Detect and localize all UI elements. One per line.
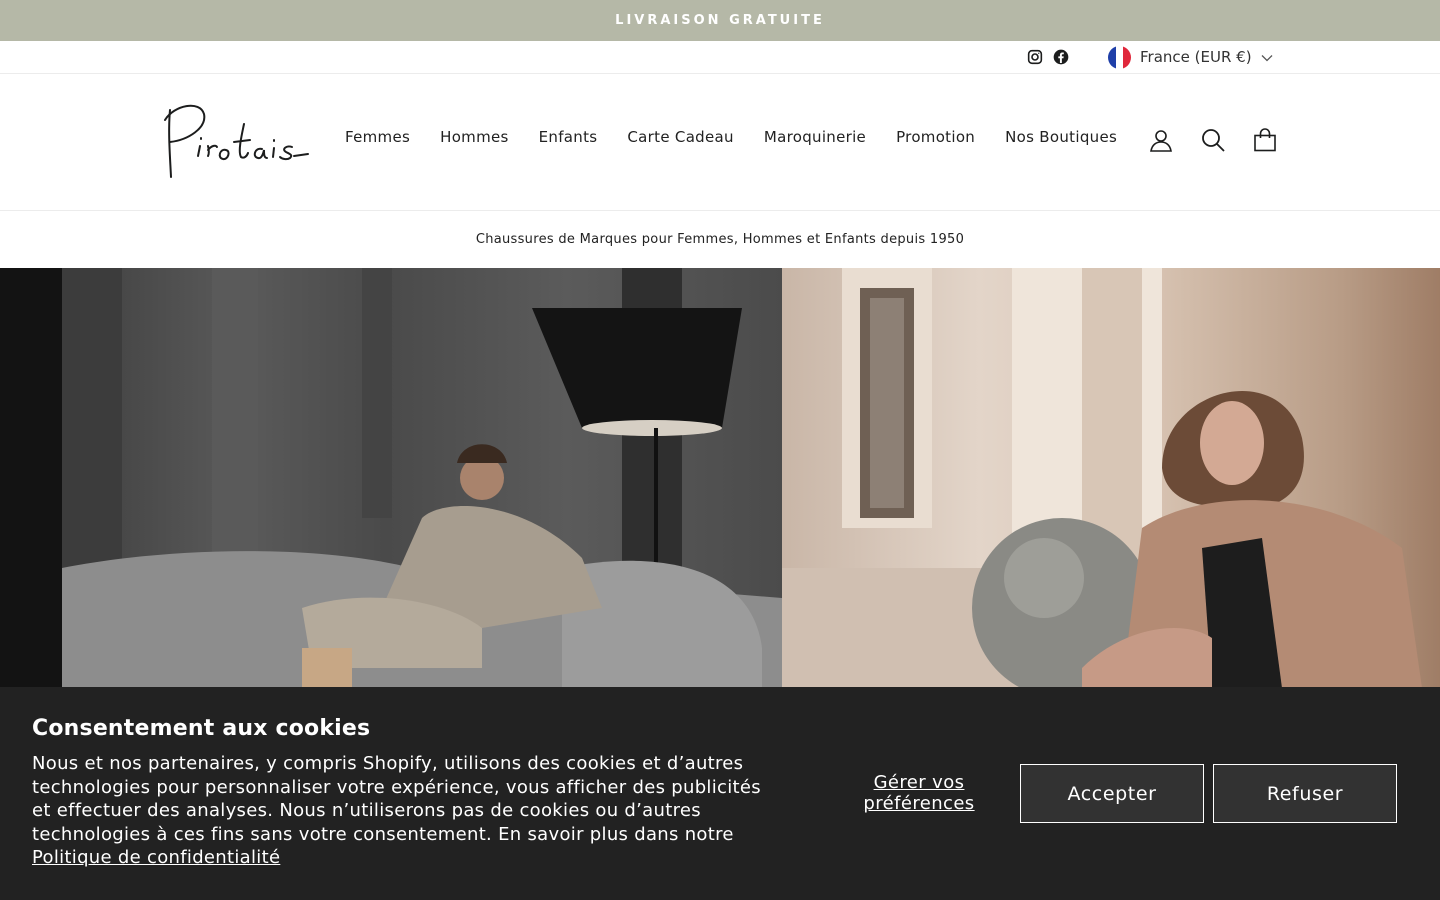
site-header: Femmes Hommes Enfants Carte Cadeau Maroq… — [0, 74, 1440, 211]
announcement-bar: LIVRAISON GRATUITE — [0, 0, 1440, 41]
nav-item-maroquinerie[interactable]: Maroquinerie — [764, 128, 866, 146]
locale-label: France (EUR €) — [1140, 48, 1252, 66]
hero-image-men[interactable] — [62, 268, 782, 688]
facebook-icon[interactable] — [1052, 48, 1069, 65]
tagline: Chaussures de Marques pour Femmes, Homme… — [475, 232, 965, 247]
cookie-consent-banner: Consentement aux cookies Nous et nos par… — [0, 687, 1440, 900]
search-icon[interactable] — [1200, 127, 1226, 153]
nav-item-carte-cadeau[interactable]: Carte Cadeau — [627, 128, 733, 146]
manage-preferences-link[interactable]: Gérer vos préférences — [848, 772, 990, 814]
hero-edge-strip — [0, 268, 62, 688]
cart-icon[interactable] — [1252, 127, 1278, 153]
social-links — [1026, 48, 1069, 65]
main-nav: Femmes Hommes Enfants Carte Cadeau Maroq… — [345, 128, 1117, 146]
france-flag-icon — [1108, 45, 1131, 69]
nav-item-hommes[interactable]: Hommes — [440, 128, 509, 146]
hero-image-women[interactable] — [782, 268, 1440, 688]
instagram-icon[interactable] — [1026, 48, 1043, 65]
chevron-down-icon — [1261, 48, 1273, 66]
nav-item-enfants[interactable]: Enfants — [539, 128, 598, 146]
account-icon[interactable] — [1148, 127, 1174, 153]
privacy-policy-link[interactable]: Politique de confidentialité — [32, 847, 280, 868]
locale-selector[interactable]: France (EUR €) — [1108, 45, 1273, 69]
nav-item-promotion[interactable]: Promotion — [896, 128, 975, 146]
cookie-body-text: Nous et nos partenaires, y compris Shopi… — [32, 753, 761, 845]
refuse-button[interactable]: Refuser — [1213, 764, 1397, 823]
cookie-body: Nous et nos partenaires, y compris Shopi… — [32, 752, 772, 870]
header-icons — [1148, 127, 1278, 153]
hero-banner[interactable] — [0, 268, 1440, 688]
accept-button[interactable]: Accepter — [1020, 764, 1204, 823]
logo[interactable] — [158, 98, 314, 182]
nav-item-femmes[interactable]: Femmes — [345, 128, 410, 146]
nav-item-nos-boutiques[interactable]: Nos Boutiques — [1005, 128, 1117, 146]
announcement-text: LIVRAISON GRATUITE — [615, 13, 825, 28]
top-toolbar: France (EUR €) — [0, 41, 1440, 74]
cookie-title: Consentement aux cookies — [32, 716, 371, 741]
